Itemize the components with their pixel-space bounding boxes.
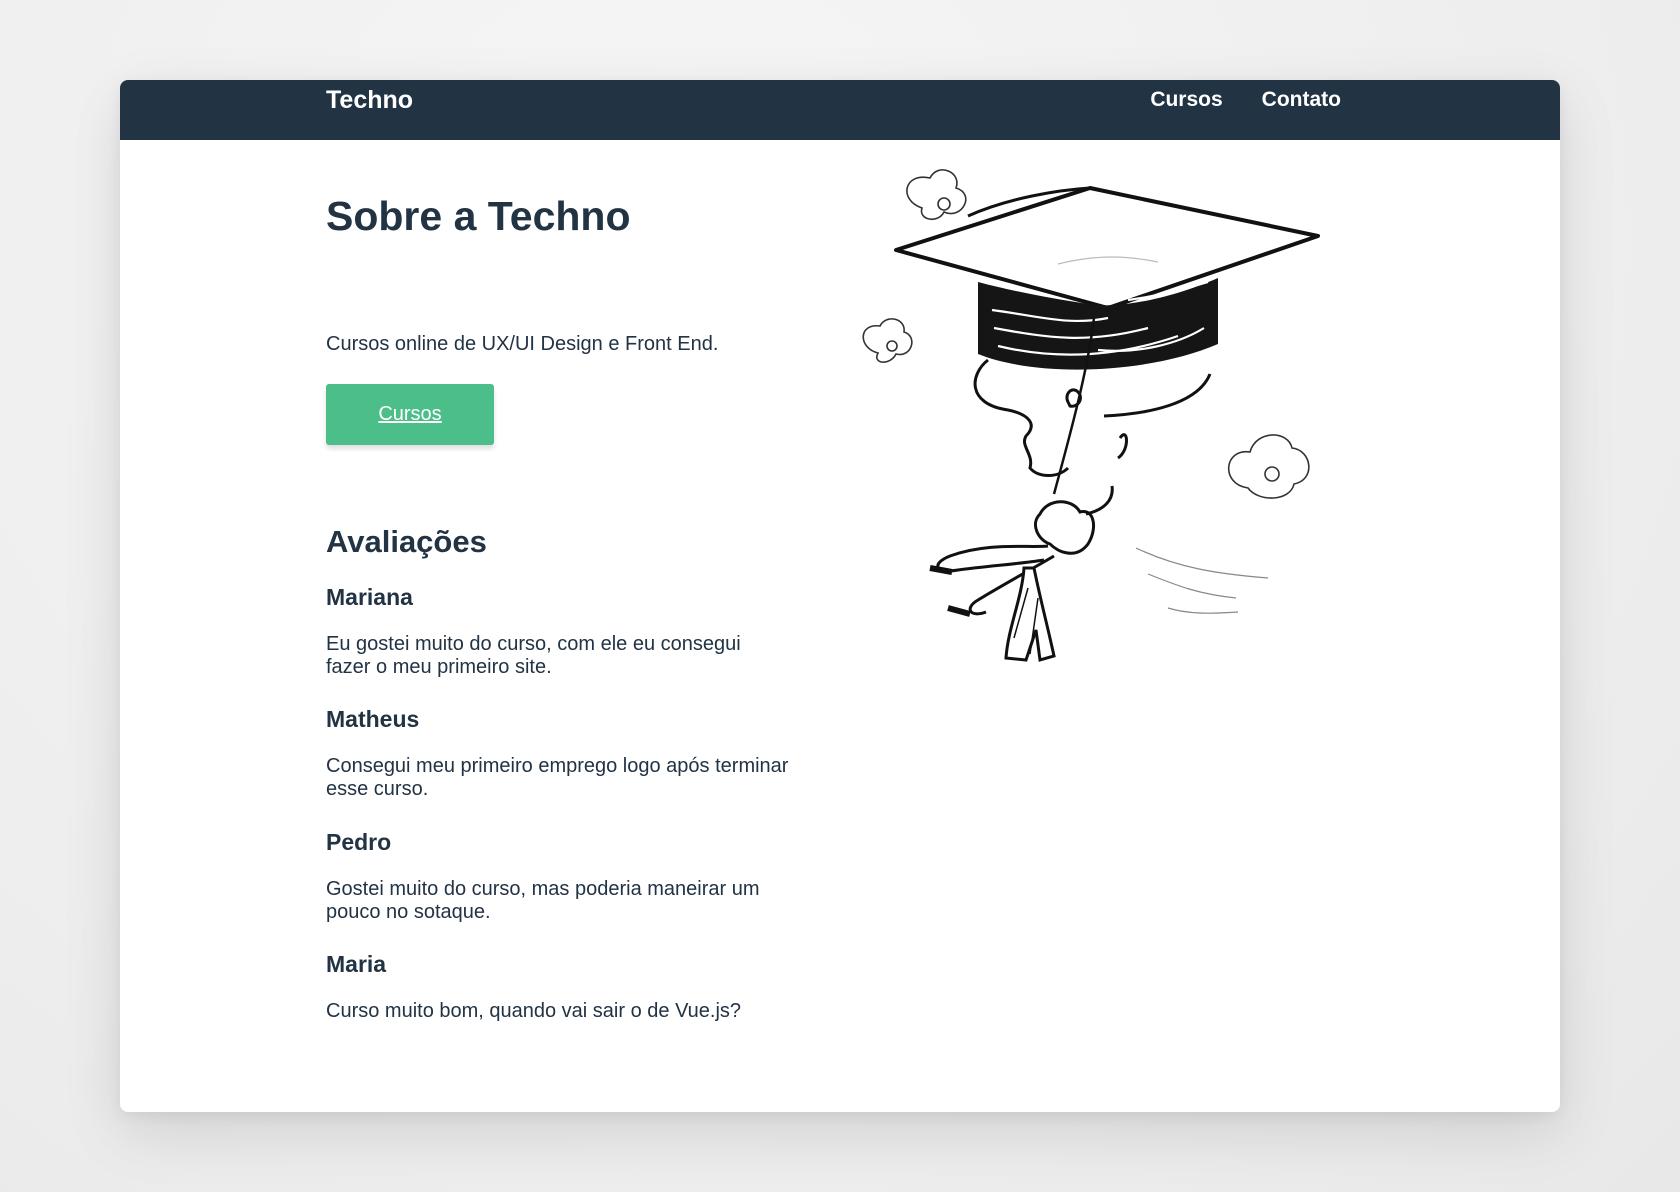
review-text: Gostei muito do curso, mas poderia manei… [326,878,760,923]
review-item: Mariana Eu gostei muito do curso, com el… [326,583,816,679]
site-header: Techno Cursos Contato [120,80,1560,140]
nav-link-cursos[interactable]: Cursos [1150,85,1222,115]
review-author: Pedro [326,829,392,855]
review-text: Consegui meu primeiro emprego logo após … [326,755,789,800]
review-item: Matheus Consegui meu primeiro emprego lo… [326,705,816,801]
nav-link-contato[interactable]: Contato [1262,85,1341,115]
hero-subtitle: Cursos online de UX/UI Design e Front En… [326,333,719,355]
page-title: Sobre a Techno [326,193,631,239]
review-author: Matheus [326,706,420,732]
review-text: Eu gostei muito do curso, com ele eu con… [326,633,741,678]
review-item: Maria Curso muito bom, quando vai sair o… [326,950,816,1023]
cloud-icon [862,318,913,363]
cloud-icon [1227,434,1310,499]
review-author: Maria [326,951,387,977]
site-logo[interactable]: Techno [326,85,413,115]
reviews-title: Avaliações [326,524,487,559]
review-author: Mariana [326,584,413,610]
main-nav: Cursos Contato [1150,85,1341,115]
review-item: Pedro Gostei muito do curso, mas poderia… [326,828,816,924]
graduation-cap-illustration [862,169,1320,662]
browser-window: Techno Cursos Contato Sobre a Techno Cur… [120,80,1560,1112]
review-text: Curso muito bom, quando vai sair o de Vu… [326,1000,742,1022]
cloud-icon [906,169,967,220]
cursos-button[interactable]: Cursos [326,384,494,445]
